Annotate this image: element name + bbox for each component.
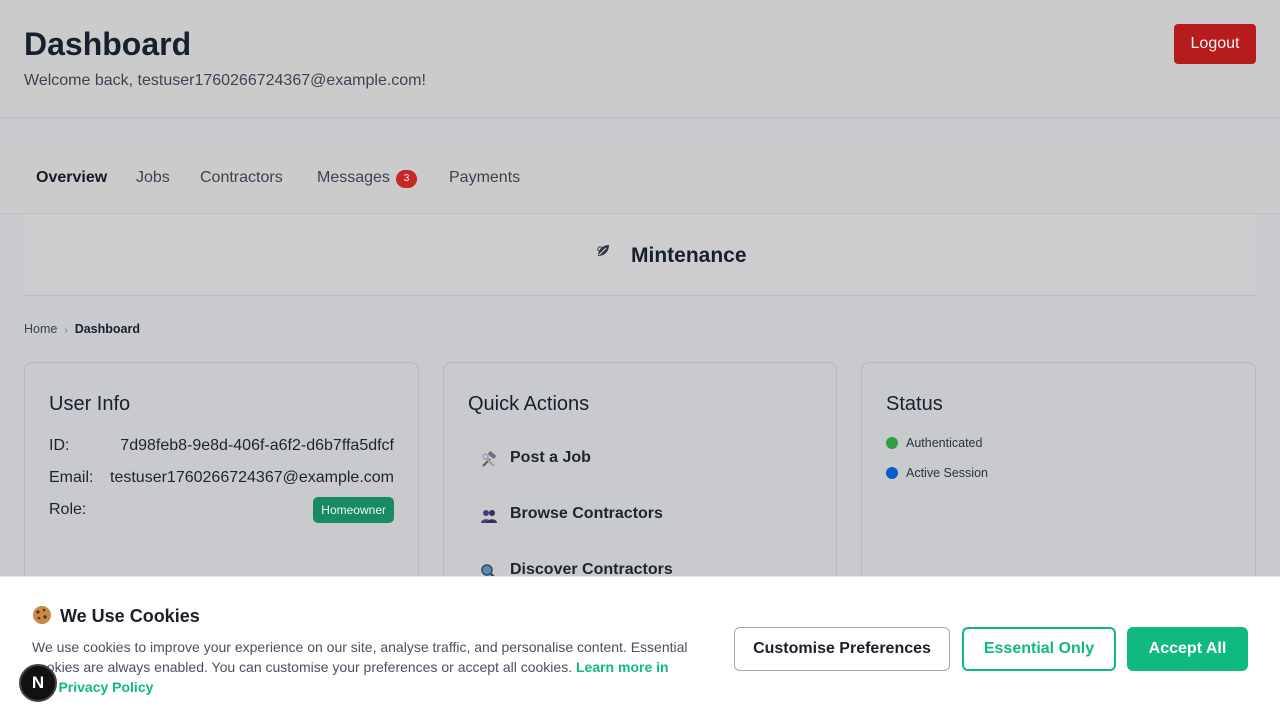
user-id-value: 7d98feb8-9e8d-406f-a6f2-d6b7ffa5dfcf bbox=[120, 437, 394, 454]
tab-messages[interactable]: Messages bbox=[317, 142, 390, 214]
logout-button[interactable]: Logout bbox=[1174, 24, 1256, 64]
user-id-label: ID: bbox=[49, 437, 70, 454]
post-job-label: Post a Job bbox=[510, 449, 591, 466]
user-info-title: User Info bbox=[49, 393, 131, 415]
green-status-dot-icon bbox=[886, 437, 898, 449]
chevron-right-icon: › bbox=[64, 325, 68, 336]
status-title: Status bbox=[886, 393, 943, 415]
tab-contractors[interactable]: Contractors bbox=[200, 142, 283, 214]
quick-actions-title: Quick Actions bbox=[468, 393, 590, 415]
nextjs-dev-indicator[interactable]: N bbox=[19, 664, 57, 702]
tab-payments[interactable]: Payments bbox=[449, 142, 520, 214]
page-title: Dashboard bbox=[24, 26, 192, 62]
status-authenticated-label: Authenticated bbox=[906, 436, 983, 450]
essential-only-button[interactable]: Essential Only bbox=[962, 627, 1116, 671]
user-role-label: Role: bbox=[49, 501, 87, 518]
hammer-wrench-icon bbox=[482, 451, 496, 467]
tab-jobs[interactable]: Jobs bbox=[136, 142, 170, 214]
role-badge: Homeowner bbox=[313, 497, 394, 523]
breadcrumb-current: Dashboard bbox=[74, 322, 140, 336]
user-email-value: testuser1760266724367@example.com bbox=[110, 469, 394, 486]
breadcrumb-home[interactable]: Home bbox=[24, 322, 57, 336]
dashboard-header: Dashboard Welcome back, testuser17602667… bbox=[0, 0, 1280, 118]
customise-preferences-button[interactable]: Customise Preferences bbox=[734, 627, 950, 671]
breadcrumb: Home › Dashboard bbox=[24, 322, 140, 336]
user-email-label: Email: bbox=[49, 469, 94, 486]
brand-bar: Mintenance bbox=[24, 214, 1256, 296]
cookie-title-text: We Use Cookies bbox=[60, 606, 200, 626]
cookie-title: We Use Cookies bbox=[32, 605, 200, 627]
cookie-description: We use cookies to improve your experienc… bbox=[32, 637, 692, 697]
welcome-message: Welcome back, testuser1760266724367@exam… bbox=[24, 72, 426, 89]
status-active-session-label: Active Session bbox=[906, 466, 988, 480]
leaf-logo-icon bbox=[597, 245, 609, 256]
cookie-banner: We Use Cookies We use cookies to improve… bbox=[0, 576, 1280, 720]
people-icon bbox=[481, 510, 497, 523]
brand-name: Mintenance bbox=[631, 244, 747, 267]
tab-overview[interactable]: Overview bbox=[36, 142, 107, 214]
messages-unread-badge: 3 bbox=[396, 170, 417, 188]
dashboard-tabs: Overview Jobs Contractors Messages 3 Pay… bbox=[0, 142, 1280, 214]
blue-status-dot-icon bbox=[886, 467, 898, 479]
accept-all-button[interactable]: Accept All bbox=[1127, 627, 1248, 671]
browse-contractors-label: Browse Contractors bbox=[510, 505, 663, 522]
cookie-icon bbox=[33, 606, 51, 624]
